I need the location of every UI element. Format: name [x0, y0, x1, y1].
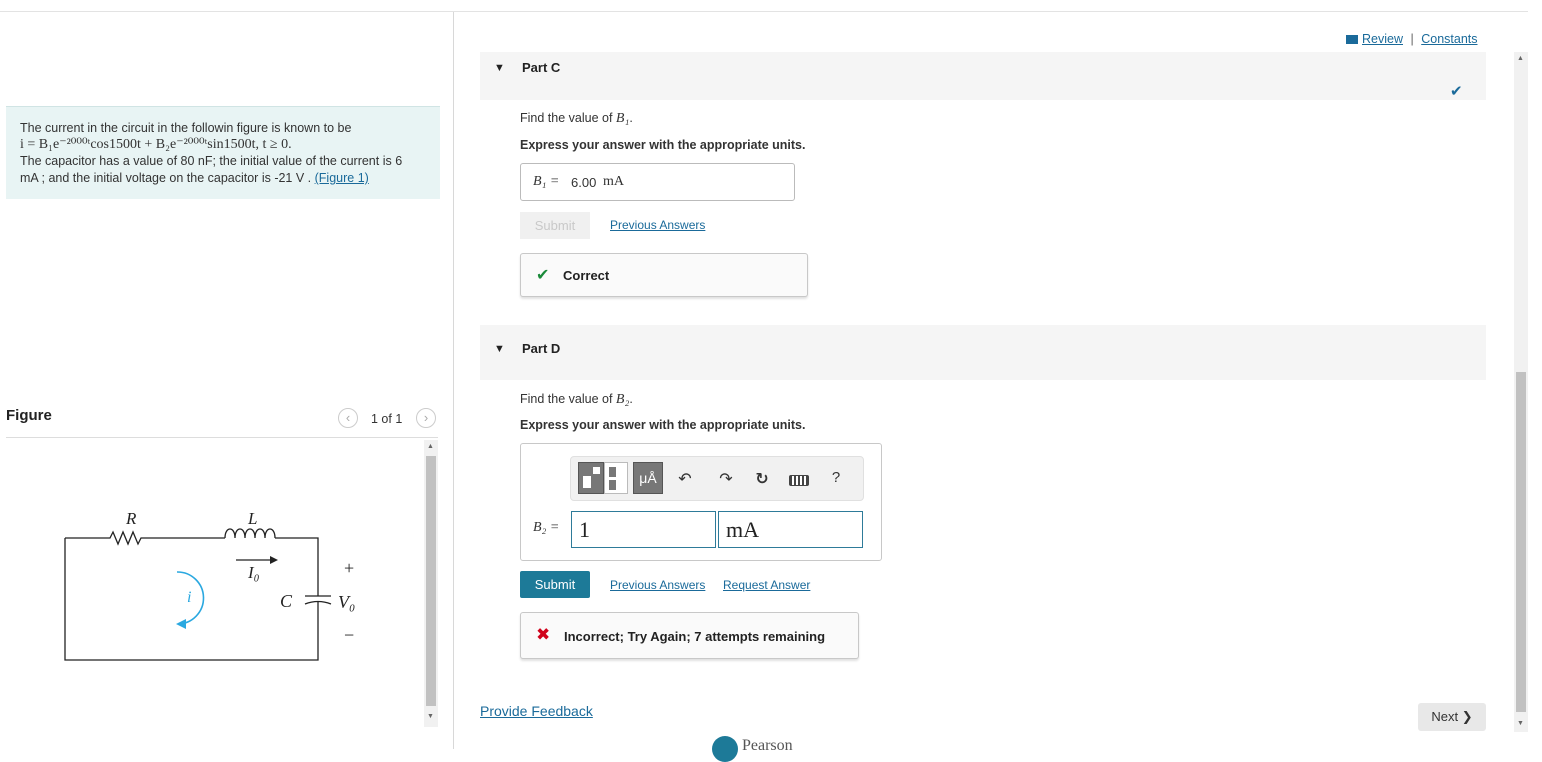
help-button[interactable]: ? [826, 469, 846, 486]
part-complete-check-icon: ✔ [1450, 83, 1463, 100]
right-wire-top [275, 537, 319, 596]
math-toolbar: μÅ ↶ ↷ ↻ ? [570, 456, 864, 501]
incorrect-x-icon: ✖ [536, 625, 551, 644]
next-button[interactable]: Next ❯ [1418, 703, 1486, 731]
label-plus: + [344, 558, 354, 578]
reset-icon[interactable]: ↻ [752, 469, 772, 489]
part-c-answer-unit: mA [603, 174, 624, 189]
scroll-down-arrow-icon[interactable]: ▼ [427, 713, 434, 720]
top-divider [0, 11, 1528, 12]
templates-icon-part [593, 467, 600, 474]
part-c-answer-label: B₁ = [533, 174, 560, 189]
fraction-icon-part [609, 480, 616, 490]
scroll-up-arrow-icon[interactable]: ▲ [427, 443, 434, 450]
link-separator: | [1410, 32, 1414, 46]
part-d-header[interactable]: ▼ Part D [480, 325, 1486, 380]
label-L: L [247, 509, 257, 528]
pearson-wordmark: Pearson [742, 737, 793, 754]
part-d-title: Part D [522, 341, 561, 356]
figure-next-button[interactable]: › [416, 408, 436, 428]
next-button-label: Next [1431, 709, 1459, 724]
part-c-prompt-text: Find the value of [520, 111, 616, 125]
problem-line-1: The current in the circuit in the follow… [20, 121, 352, 135]
figure-link[interactable]: (Figure 1) [315, 171, 369, 185]
undo-icon[interactable]: ↶ [675, 469, 695, 489]
loop-current-arrowhead [176, 619, 186, 629]
collapse-caret-icon[interactable]: ▼ [494, 62, 505, 74]
label-minus: − [344, 625, 354, 645]
label-R: R [125, 509, 137, 528]
book-icon [1346, 35, 1358, 45]
scroll-up-arrow-icon[interactable]: ▲ [1517, 55, 1524, 62]
part-c-feedback-text: Correct [563, 268, 610, 283]
review-constants-links: Review | Constants [1346, 32, 1478, 46]
chevron-right-icon: ❯ [1461, 709, 1473, 724]
part-d-prompt-suffix: . [629, 392, 633, 406]
part-d-prompt: Find the value of B₂. [520, 392, 633, 408]
current-arrow-head [270, 556, 278, 564]
part-c-instruction: Express your answer with the appropriate… [520, 138, 806, 152]
label-I0: I₀ [247, 563, 260, 582]
pearson-logo-icon [712, 736, 738, 762]
circuit-diagram: R L I₀ C V₀ + − i [64, 509, 355, 661]
figure-prev-button[interactable]: ‹ [338, 408, 358, 428]
part-c-prompt-suffix: . [629, 111, 633, 125]
provide-feedback-link[interactable]: Provide Feedback [480, 703, 593, 719]
part-d-variable: B₂ [615, 392, 630, 407]
problem-line-3: The capacitor has a value of 80 nF; the … [20, 154, 403, 168]
units-button[interactable]: μÅ [633, 462, 663, 494]
redo-icon[interactable]: ↷ [716, 469, 736, 489]
templates-button[interactable] [578, 462, 604, 494]
collapse-caret-icon[interactable]: ▼ [494, 343, 505, 355]
review-link[interactable]: Review [1362, 32, 1403, 46]
problem-statement: The current in the circuit in the follow… [6, 106, 440, 199]
problem-line-4: mA ; and the initial voltage on the capa… [20, 171, 312, 185]
part-c-submit-button[interactable]: Submit [520, 212, 590, 239]
correct-check-icon: ✔ [536, 267, 550, 284]
figure-title: Figure [6, 407, 52, 424]
templates-icon [583, 476, 591, 488]
request-answer-link[interactable]: Request Answer [723, 578, 810, 592]
figure-divider [6, 437, 438, 438]
figure-scrollbar-thumb[interactable] [426, 456, 436, 706]
part-c-answer-box: B₁ = 6.00 mA [520, 163, 795, 201]
label-C: C [280, 591, 293, 611]
unit-input[interactable]: mA [718, 511, 863, 548]
part-d-prompt-text: Find the value of [520, 392, 616, 406]
constants-link[interactable]: Constants [1421, 32, 1477, 46]
resistor-wire [65, 530, 225, 546]
part-c-answer-value: 6.00 [571, 175, 597, 190]
label-i: i [187, 589, 191, 606]
part-c-feedback: ✔ Correct [520, 253, 808, 297]
part-c-prompt: Find the value of B₁. [520, 111, 633, 127]
part-d-feedback-text: Incorrect; Try Again; 7 attempts remaini… [564, 629, 826, 644]
main-scrollbar-thumb[interactable] [1516, 372, 1526, 712]
part-d-feedback: ✖ Incorrect; Try Again; 7 attempts remai… [520, 612, 859, 659]
part-d-instruction: Express your answer with the appropriate… [520, 418, 806, 432]
scroll-down-arrow-icon[interactable]: ▼ [1517, 720, 1524, 727]
part-c-header[interactable]: ▼ Part C ✔ [480, 52, 1486, 100]
keyboard-icon[interactable] [789, 475, 809, 486]
part-c-title: Part C [522, 60, 561, 75]
part-c-previous-answers-link[interactable]: Previous Answers [610, 218, 705, 232]
inductor-coil [224, 528, 276, 539]
panel-divider [453, 12, 454, 749]
part-c-variable: B₁ [615, 111, 630, 126]
part-d-answer-label: B₂ = [533, 520, 560, 535]
part-d-previous-answers-link[interactable]: Previous Answers [610, 578, 705, 592]
problem-equation: i = B₁e⁻²⁰⁰⁰ᵗcos1500t + B₂e⁻²⁰⁰⁰ᵗsin1500… [20, 137, 292, 152]
templates-secondary-button[interactable] [604, 462, 628, 494]
label-V0: V₀ [338, 592, 355, 612]
part-d-submit-button[interactable]: Submit [520, 571, 590, 598]
value-input[interactable]: 1 [571, 511, 716, 548]
fraction-icon [609, 467, 616, 477]
figure-counter: 1 of 1 [371, 412, 403, 426]
